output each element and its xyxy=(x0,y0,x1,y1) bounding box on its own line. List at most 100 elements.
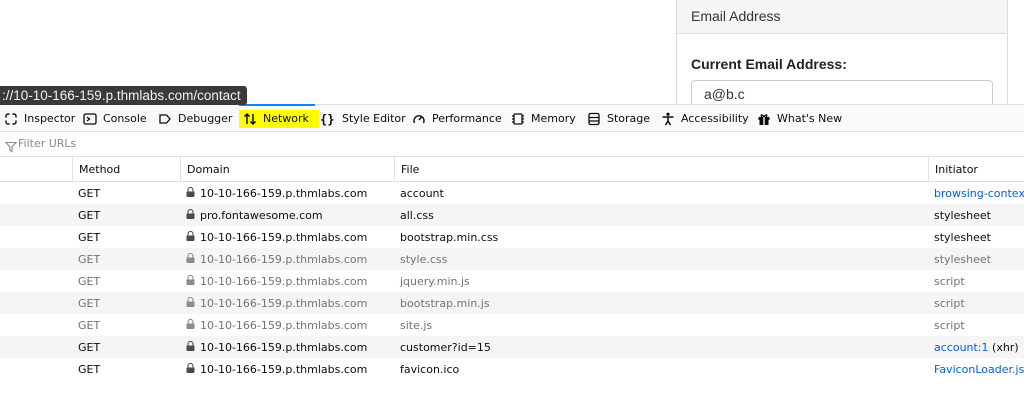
tab-label: Accessibility xyxy=(681,112,749,125)
file-text: bootstrap.min.css xyxy=(400,230,499,244)
initiator-text[interactable]: account:1 xyxy=(934,341,989,354)
request-initiator: script xyxy=(928,270,1024,292)
tab-network[interactable]: Network xyxy=(239,104,319,132)
devtools-tabbar: Inspector Console Debugger Network {} St… xyxy=(0,104,1024,132)
initiator-text[interactable]: browsing-context.js xyxy=(934,187,1024,200)
svg-text:{}: {} xyxy=(320,112,334,126)
table-row[interactable]: GET 10-10-166-159.p.thmlabs.com account bro… xyxy=(0,182,1024,204)
request-domain: 10-10-166-159.p.thmlabs.com xyxy=(180,226,394,248)
file-text: favicon.ico xyxy=(400,362,460,376)
request-file: customer?id=15 xyxy=(394,336,928,358)
table-row[interactable]: GET 10-10-166-159.p.thmlabs.com style.css s… xyxy=(0,248,1024,270)
tab-label: Inspector xyxy=(24,112,76,125)
tab-accessibility[interactable]: Accessibility xyxy=(661,105,749,132)
request-file: bootstrap.min.css xyxy=(394,226,928,248)
request-domain: 10-10-166-159.p.thmlabs.com xyxy=(180,314,394,336)
method-text: GET xyxy=(78,186,101,200)
table-row[interactable]: GET 10-10-166-159.p.thmlabs.com bootstrap.… xyxy=(0,226,1024,248)
request-method: GET xyxy=(72,182,180,204)
table-row[interactable]: GET 10-10-166-159.p.thmlabs.com bootstrap.… xyxy=(0,292,1024,314)
file-column-header[interactable]: File xyxy=(394,157,928,181)
request-initiator: script xyxy=(928,292,1024,314)
request-domain: 10-10-166-159.p.thmlabs.com xyxy=(180,270,394,292)
initiator-text: script xyxy=(934,318,965,332)
request-initiator: FaviconLoader.jsm:1 xyxy=(928,358,1024,380)
method-text: GET xyxy=(78,362,101,376)
domain-text: 10-10-166-159.p.thmlabs.com xyxy=(200,186,368,200)
request-file: bootstrap.min.js xyxy=(394,292,928,314)
tab-memory[interactable]: Memory xyxy=(511,105,576,132)
table-row[interactable]: GET 10-10-166-159.p.thmlabs.com site.js scr… xyxy=(0,314,1024,336)
tab-whats-new[interactable]: What's New xyxy=(757,105,842,132)
filter-icon xyxy=(4,138,18,153)
file-text: all.css xyxy=(400,208,434,222)
initiator-text: stylesheet xyxy=(934,208,991,222)
filter-bar[interactable]: Filter URLs xyxy=(0,132,1024,157)
tab-console[interactable]: Console xyxy=(83,105,147,132)
requests-table-body: GET 10-10-166-159.p.thmlabs.com account bro… xyxy=(0,182,1024,380)
request-domain: 10-10-166-159.p.thmlabs.com xyxy=(180,358,394,380)
style-editor-icon: {} xyxy=(320,112,336,126)
request-method: GET xyxy=(72,358,180,380)
file-text: style.css xyxy=(400,252,448,266)
tab-performance[interactable]: Performance xyxy=(412,105,502,132)
tab-label: Network xyxy=(263,112,309,125)
initiator-text: stylesheet xyxy=(934,230,991,244)
domain-text: 10-10-166-159.p.thmlabs.com xyxy=(200,230,368,244)
network-icon xyxy=(243,112,257,126)
method-column-header[interactable]: Method xyxy=(72,157,180,181)
memory-icon xyxy=(511,112,525,126)
lock-icon xyxy=(186,186,195,197)
domain-column-header[interactable]: Domain xyxy=(180,157,394,181)
request-method: GET xyxy=(72,314,180,336)
storage-icon xyxy=(587,112,601,126)
request-file: jquery.min.js xyxy=(394,270,928,292)
initiator-text[interactable]: FaviconLoader.jsm:1 xyxy=(934,363,1024,376)
link-url-tooltip: ://10-10-166-159.p.thmlabs.com/contact xyxy=(0,86,247,105)
method-text: GET xyxy=(78,340,101,354)
method-text: GET xyxy=(78,252,101,266)
lock-icon xyxy=(186,252,195,263)
table-row[interactable]: GET 10-10-166-159.p.thmlabs.com customer?i… xyxy=(0,336,1024,358)
lock-icon xyxy=(186,274,195,285)
initiator-column-header[interactable]: Initiator xyxy=(928,157,1024,181)
request-initiator: stylesheet xyxy=(928,226,1024,248)
requests-table-header: Method Domain File Initiator xyxy=(0,157,1024,182)
method-text: GET xyxy=(78,274,101,288)
gift-icon xyxy=(757,112,771,126)
tab-label: Performance xyxy=(432,112,502,125)
performance-icon xyxy=(412,112,426,126)
status-column-header[interactable] xyxy=(0,157,72,181)
request-file: all.css xyxy=(394,204,928,226)
request-file: account xyxy=(394,182,928,204)
table-row[interactable]: GET pro.fontawesome.com all.css stylesheet xyxy=(0,204,1024,226)
tab-debugger[interactable]: Debugger xyxy=(158,105,232,132)
initiator-text: stylesheet xyxy=(934,252,991,266)
table-row[interactable]: GET 10-10-166-159.p.thmlabs.com jquery.min… xyxy=(0,270,1024,292)
request-initiator: account:1 (xhr) xyxy=(928,336,1024,358)
tab-label: Memory xyxy=(531,112,576,125)
tab-style-editor[interactable]: {} Style Editor xyxy=(320,105,406,132)
lock-icon xyxy=(186,230,195,241)
devtools-panel: Inspector Console Debugger Network {} St… xyxy=(0,104,1024,401)
method-text: GET xyxy=(78,296,101,310)
request-file: favicon.ico xyxy=(394,358,928,380)
card-title: Email Address xyxy=(677,0,1007,34)
lock-icon xyxy=(186,340,195,351)
filter-urls-input[interactable]: Filter URLs xyxy=(18,137,76,150)
inspector-icon xyxy=(4,112,18,126)
email-card: Email Address Current Email Address: a@b… xyxy=(676,0,1008,110)
domain-text: 10-10-166-159.p.thmlabs.com xyxy=(200,340,368,354)
debugger-icon xyxy=(158,112,172,126)
tab-label: Debugger xyxy=(178,112,233,125)
tab-inspector[interactable]: Inspector xyxy=(4,105,75,132)
file-text: bootstrap.min.js xyxy=(400,296,490,310)
request-file: style.css xyxy=(394,248,928,270)
selected-tab-indicator xyxy=(239,104,315,106)
lock-icon xyxy=(186,318,195,329)
request-domain: 10-10-166-159.p.thmlabs.com xyxy=(180,292,394,314)
domain-text: 10-10-166-159.p.thmlabs.com xyxy=(200,296,368,310)
tab-storage[interactable]: Storage xyxy=(587,105,650,132)
table-row[interactable]: GET 10-10-166-159.p.thmlabs.com favicon.ic… xyxy=(0,358,1024,380)
method-text: GET xyxy=(78,208,101,222)
